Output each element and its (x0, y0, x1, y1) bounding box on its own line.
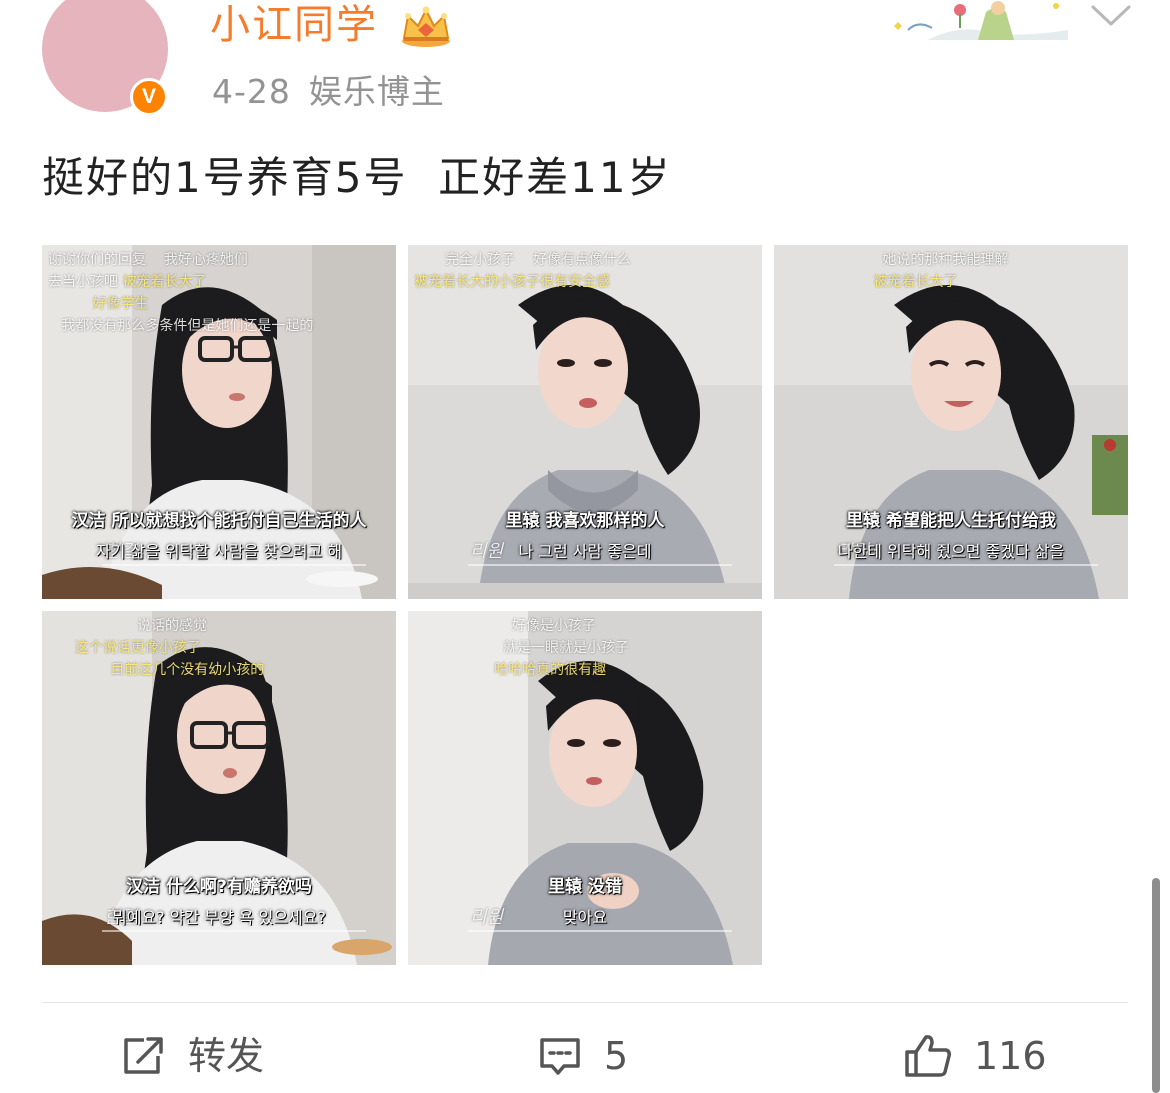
photo-4[interactable]: 说话的感觉 这个说话更像小孩了 目前这几个没有幼小孩的 한결 汉洁 什么啊?有赡… (42, 611, 396, 965)
photo-5-subtitle-zh: 里辕 没错 (548, 877, 622, 897)
photo-1-subtitle-underline (102, 564, 366, 566)
photo-5-subtitle-ko: 맞아요 (562, 908, 608, 927)
photo-1-subtitle-zh: 汉洁 所以就想找个能托付自己生活的人 (71, 511, 367, 531)
comment-icon (540, 1038, 580, 1075)
photo-2-subtitle-zh: 里辕 我喜欢那样的人 (505, 511, 665, 531)
photo-3-subtitle-underline (834, 564, 1098, 566)
repost-label: 转发 (188, 1034, 265, 1078)
post-text: 挺好的1号养育5号 正好差11岁 (42, 153, 672, 202)
scrollbar[interactable] (1152, 878, 1160, 1093)
photo-grid: 谢谢你们的回复 我好心疼她们 去当小孩吧 被宠着长大了 好像学生 我都没有那么多… (42, 245, 1128, 965)
author-role: 娱乐博主 (308, 72, 445, 111)
photo-2[interactable]: 完全小孩子 好像有点像什么 被宠着长大的小孩子很有安全感 리원 里辕 我喜欢那样… (408, 245, 762, 599)
like-count: 116 (974, 1034, 1047, 1078)
photo-5-subtitle-underline (468, 930, 732, 932)
photo-4-subtitle-ko: 뭐예요? 약간 부양 욕 있으세요? (112, 908, 326, 927)
decoration-sticker-icon (888, 0, 1068, 40)
photo-1-danmaku: 谢谢你们的回复 我好心疼她们 去当小孩吧 被宠着长大了 好像学生 我都没有那么多… (48, 252, 314, 334)
action-bar-divider (42, 1002, 1128, 1003)
comment-count: 5 (604, 1034, 629, 1078)
comment-button[interactable]: 5 (538, 1030, 628, 1082)
photo-2-subtitle-ko: 나 그런 사람 좋은데 (518, 542, 652, 561)
chevron-down-icon[interactable] (1090, 4, 1132, 28)
crown-icon (402, 6, 450, 47)
photo-1-subtitle-ko: 자기 삶을 위탁할 사람을 찾으려고 해 (95, 542, 343, 561)
photo-3[interactable]: 她说的那种我能理解 被宠着长大了 리원 里辕 希望能把人生托付给我 나한테 위탁… (774, 245, 1128, 599)
photo-5-danmaku: 好像是小孩子 就是一眼就是小孩子 哈哈哈真的很有趣 (494, 618, 630, 678)
thumbs-up-icon (905, 1035, 951, 1077)
repost-icon (124, 1037, 163, 1074)
photo-1[interactable]: 谢谢你们的回复 我好心疼她们 去当小孩吧 被宠着长大了 好像学生 我都没有那么多… (42, 245, 396, 599)
photo-3-subtitle-ko: 나한테 위탁해 줬으면 좋겠다 삶을 (837, 542, 1065, 561)
photo-4-subtitle-underline (102, 930, 366, 932)
weibo-post: V 小讧同学 4-28 娱乐博主 挺好的1号养育5号 正好差11岁 谢谢你们的回… (0, 0, 1170, 1093)
photo-3-subtitle-zh: 里辕 希望能把人生托付给我 (846, 511, 1056, 531)
photo-3-danmaku: 她说的那种我能理解 被宠着长大了 (873, 252, 1009, 290)
post-meta: 4-28 娱乐博主 (212, 70, 445, 114)
verified-badge-icon: V (130, 78, 168, 116)
like-button[interactable]: 116 (904, 1030, 1047, 1082)
photo-4-subtitle-zh: 汉洁 什么啊?有赡养欲吗 (126, 877, 312, 897)
photo-5[interactable]: 好像是小孩子 就是一眼就是小孩子 哈哈哈真的很有趣 리원 里辕 没错 맞아요 (408, 611, 762, 965)
photo-2-danmaku: 完全小孩子 好像有点像什么 被宠着长大的小孩子很有安全感 (414, 252, 631, 290)
post-date: 4-28 (212, 72, 291, 111)
repost-button[interactable]: 转发 (122, 1030, 264, 1082)
username[interactable]: 小讧同学 (210, 0, 378, 50)
photo-2-subtitle-underline (468, 564, 732, 566)
photo-4-danmaku: 说话的感觉 这个说话更像小孩了 目前这几个没有幼小孩的 (74, 618, 265, 678)
